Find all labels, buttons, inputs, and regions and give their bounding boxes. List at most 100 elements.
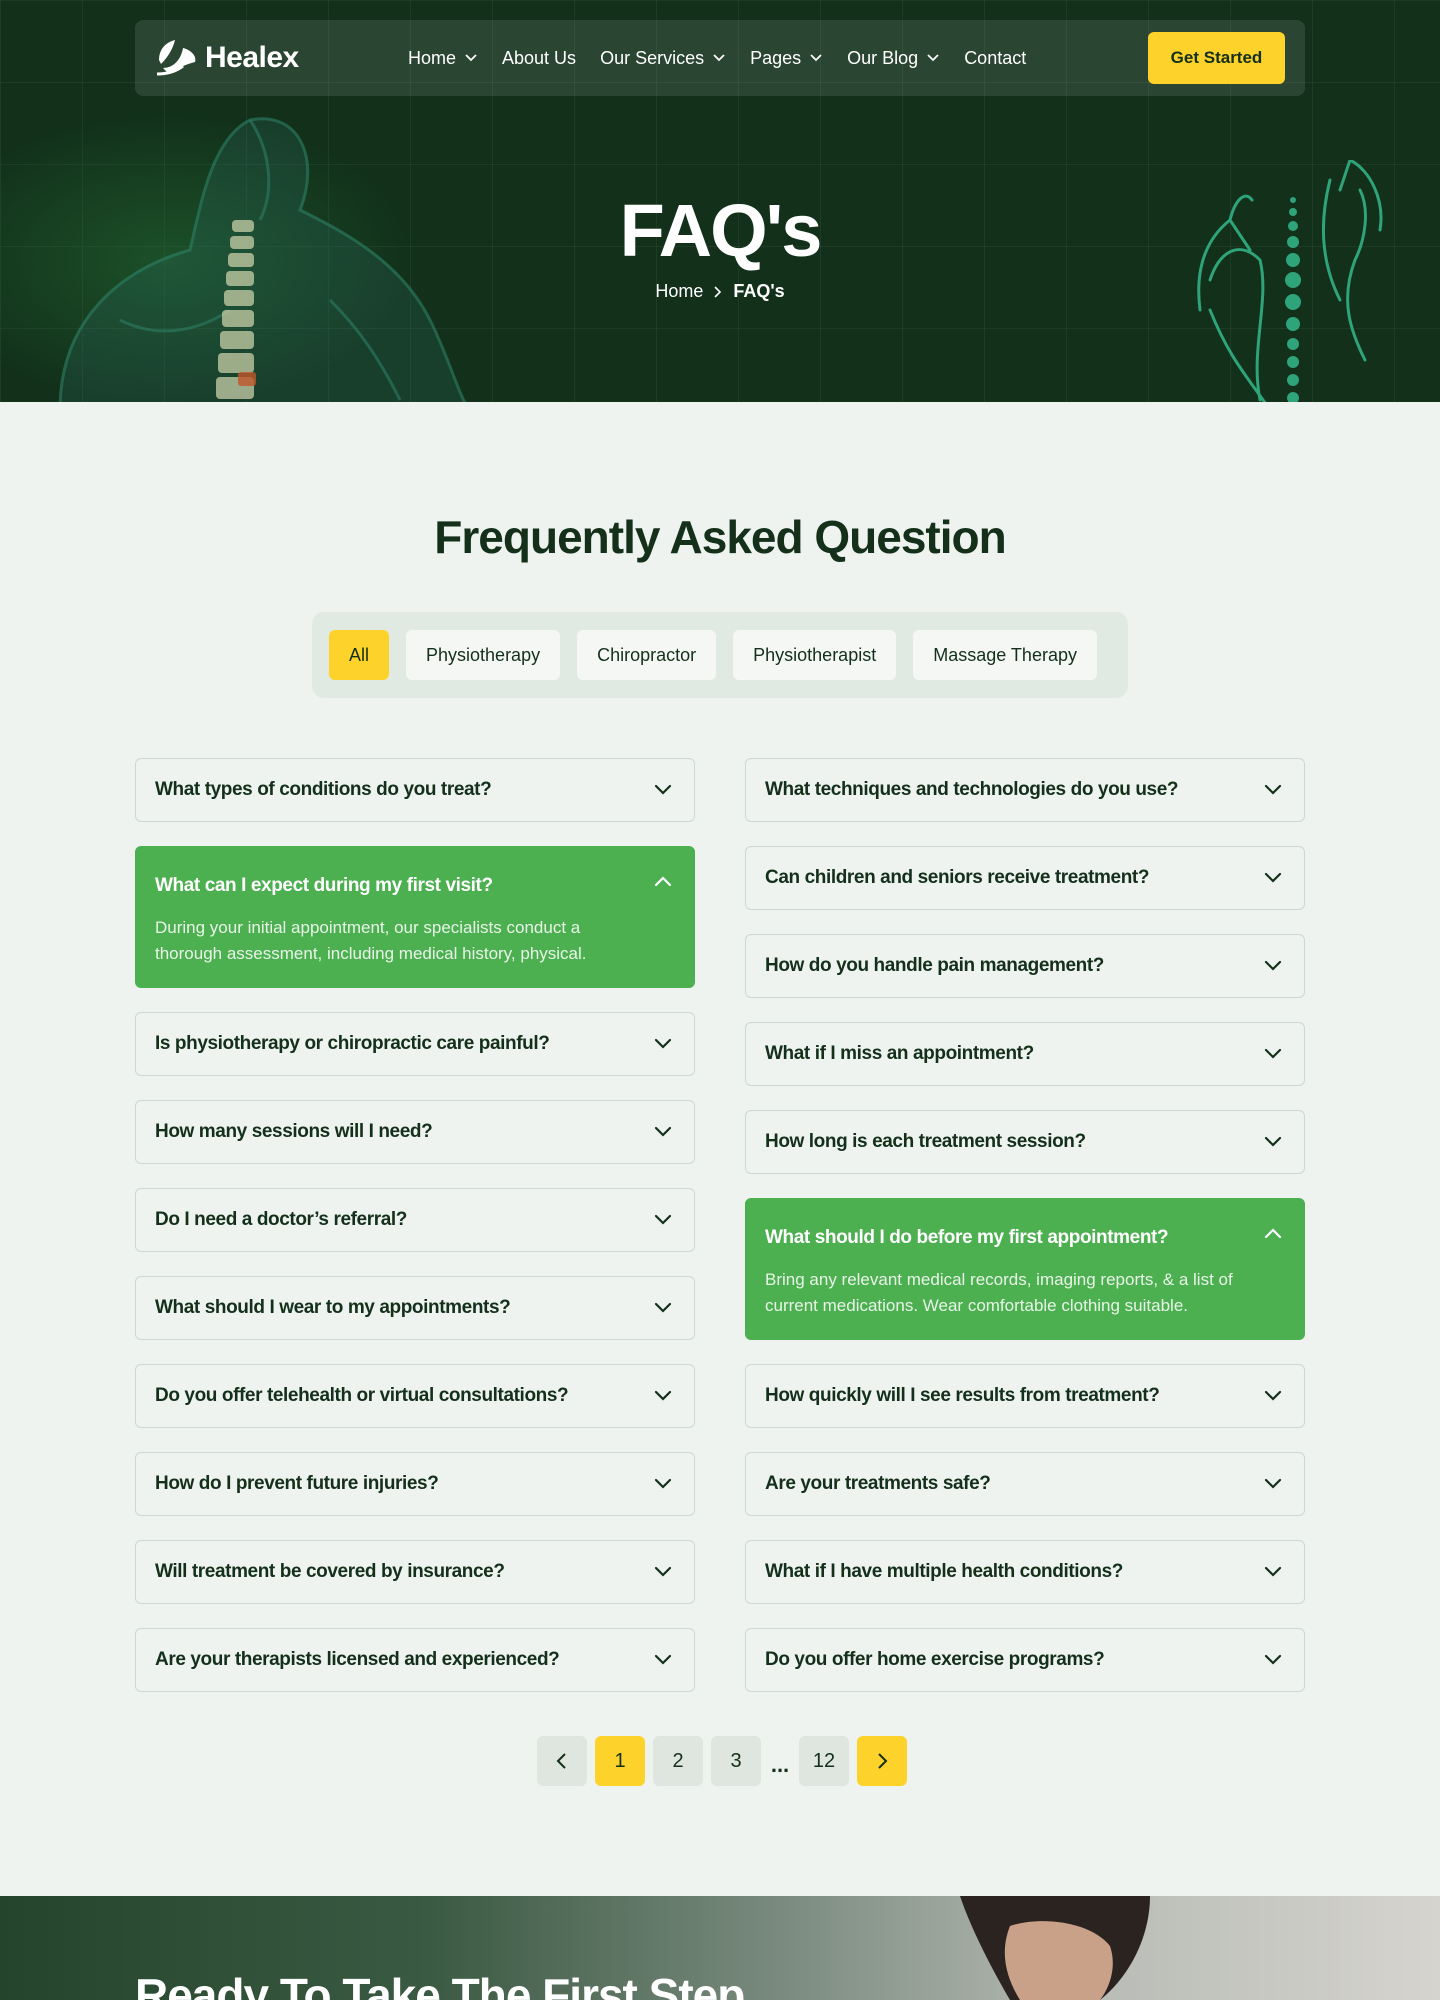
chevron-down-icon [713,54,725,62]
page-button-3[interactable]: 3 [711,1736,761,1786]
faq-question: What if I miss an appointment? [765,1043,1034,1064]
faq-item[interactable]: How do I prevent future injuries? [135,1452,695,1516]
faq-question: Is physiotherapy or chiropractic care pa… [155,1033,550,1054]
pagination: 1 2 3 ... 12 [537,1736,907,1786]
nav-item-label: About Us [502,47,577,68]
page-button-2[interactable]: 2 [653,1736,703,1786]
faq-answer: Bring any relevant medical records, imag… [765,1270,1233,1315]
chevron-down-icon [654,1214,672,1225]
chevron-left-icon [556,1753,566,1769]
pagination-ellipsis: ... [770,1752,790,1777]
main-nav: Home About Us Our Services Pages Our Blo… [408,20,1050,96]
faq-answer: During your initial appointment, our spe… [155,918,587,963]
filter-tab-all[interactable]: All [329,630,390,680]
nav-item-our-services[interactable]: Our Services [600,48,726,69]
faq-question: What can I expect during my first visit? [155,875,493,896]
faq-item[interactable]: Can children and seniors receive treatme… [745,846,1305,910]
chevron-down-icon [654,1478,672,1489]
next-page-button[interactable] [857,1736,907,1786]
faq-item[interactable]: How quickly will I see results from trea… [745,1364,1305,1428]
faq-question: What types of conditions do you treat? [155,779,492,800]
logo[interactable]: Healex [155,38,299,78]
faq-item[interactable]: Do you offer home exercise programs? [745,1628,1305,1692]
filter-tab-physiotherapy[interactable]: Physiotherapy [406,630,561,680]
nav-item-label: Our Services [600,47,705,68]
nav-item-home[interactable]: Home [408,48,478,69]
hero-banner: Healex Home About Us Our Services Pages … [0,0,1440,402]
faq-question: What if I have multiple health condition… [765,1561,1123,1582]
chevron-down-icon [654,784,672,795]
navbar: Healex Home About Us Our Services Pages … [135,20,1305,96]
faq-item[interactable]: Do you offer telehealth or virtual consu… [135,1364,695,1428]
nav-item-our-blog[interactable]: Our Blog [847,48,940,69]
chevron-up-icon [1264,1228,1282,1239]
page-button-1[interactable]: 1 [595,1736,645,1786]
faq-question: How long is each treatment session? [765,1131,1086,1152]
faq-question: How many sessions will I need? [155,1121,433,1142]
filter-tab-chiropractor[interactable]: Chiropractor [577,630,717,680]
faq-question: How do you handle pain management? [765,955,1104,976]
section-title: Frequently Asked Question [434,511,1006,563]
faq-item[interactable]: Are your treatments safe? [745,1452,1305,1516]
chevron-down-icon [1264,784,1282,795]
faq-item[interactable]: What should I wear to my appointments? [135,1276,695,1340]
faq-column-right: What techniques and technologies do you … [745,758,1305,1716]
breadcrumb-current: FAQ's [733,281,785,301]
faq-item[interactable]: Do I need a doctor’s referral? [135,1188,695,1252]
faq-item[interactable]: Will treatment be covered by insurance? [135,1540,695,1604]
faq-item[interactable]: What techniques and technologies do you … [745,758,1305,822]
chevron-up-icon [654,876,672,887]
faq-item[interactable]: What if I miss an appointment? [745,1022,1305,1086]
filter-tab-massage-therapy[interactable]: Massage Therapy [913,630,1097,680]
chevron-down-icon [1264,1654,1282,1665]
faq-question: What techniques and technologies do you … [765,779,1179,800]
nav-item-about-us[interactable]: About Us [502,48,576,69]
faq-question: Do you offer home exercise programs? [765,1649,1105,1670]
faq-question: How quickly will I see results from trea… [765,1385,1160,1406]
chevron-down-icon [927,54,939,62]
faq-question: Do you offer telehealth or virtual consu… [155,1385,569,1406]
faq-item[interactable]: What can I expect during my first visit?… [135,846,695,988]
chevron-down-icon [1264,1136,1282,1147]
filter-tab-physiotherapist[interactable]: Physiotherapist [733,630,897,680]
chevron-down-icon [1264,960,1282,971]
chevron-down-icon [654,1566,672,1577]
page-button-12[interactable]: 12 [799,1736,849,1786]
chevron-down-icon [1264,872,1282,883]
faq-item[interactable]: How long is each treatment session? [745,1110,1305,1174]
get-started-button[interactable]: Get Started [1148,32,1285,84]
faq-question: Are your treatments safe? [765,1473,991,1494]
nav-item-contact[interactable]: Contact [964,48,1026,69]
faq-item[interactable]: What should I do before my first appoint… [745,1198,1305,1340]
chevron-down-icon [810,54,822,62]
faq-question: What should I wear to my appointments? [155,1297,511,1318]
cta-title: Ready To Take The First Step [135,1969,745,2000]
chevron-down-icon [1264,1048,1282,1059]
faq-question: How do I prevent future injuries? [155,1473,439,1494]
chevron-down-icon [654,1038,672,1049]
faq-item[interactable]: How do you handle pain management? [745,934,1305,998]
faq-question: Can children and seniors receive treatme… [765,867,1150,888]
faq-item[interactable]: Are your therapists licensed and experie… [135,1628,695,1692]
nav-item-label: Pages [750,47,802,68]
cta-banner: Ready To Take The First Step [0,1896,1440,2000]
chevron-right-icon [878,1753,888,1769]
faq-item[interactable]: What if I have multiple health condition… [745,1540,1305,1604]
page-title: FAQ's [619,189,823,272]
faq-item[interactable]: How many sessions will I need? [135,1100,695,1164]
faq-item[interactable]: What types of conditions do you treat? [135,758,695,822]
chevron-down-icon [654,1126,672,1137]
chevron-down-icon [465,54,477,62]
faq-column-left: What types of conditions do you treat? Wh… [135,758,695,1716]
faq-question: Will treatment be covered by insurance? [155,1561,505,1582]
nav-item-pages[interactable]: Pages [750,48,823,69]
logo-text: Healex [205,41,299,74]
breadcrumb-home-link[interactable]: Home [655,281,703,302]
therapist-photo [960,1896,1150,2000]
faq-question: What should I do before my first appoint… [765,1227,1169,1248]
chevron-right-icon [714,285,722,298]
nav-item-label: Contact [964,47,1027,68]
prev-page-button[interactable] [537,1736,587,1786]
chevron-down-icon [654,1654,672,1665]
faq-item[interactable]: Is physiotherapy or chiropractic care pa… [135,1012,695,1076]
